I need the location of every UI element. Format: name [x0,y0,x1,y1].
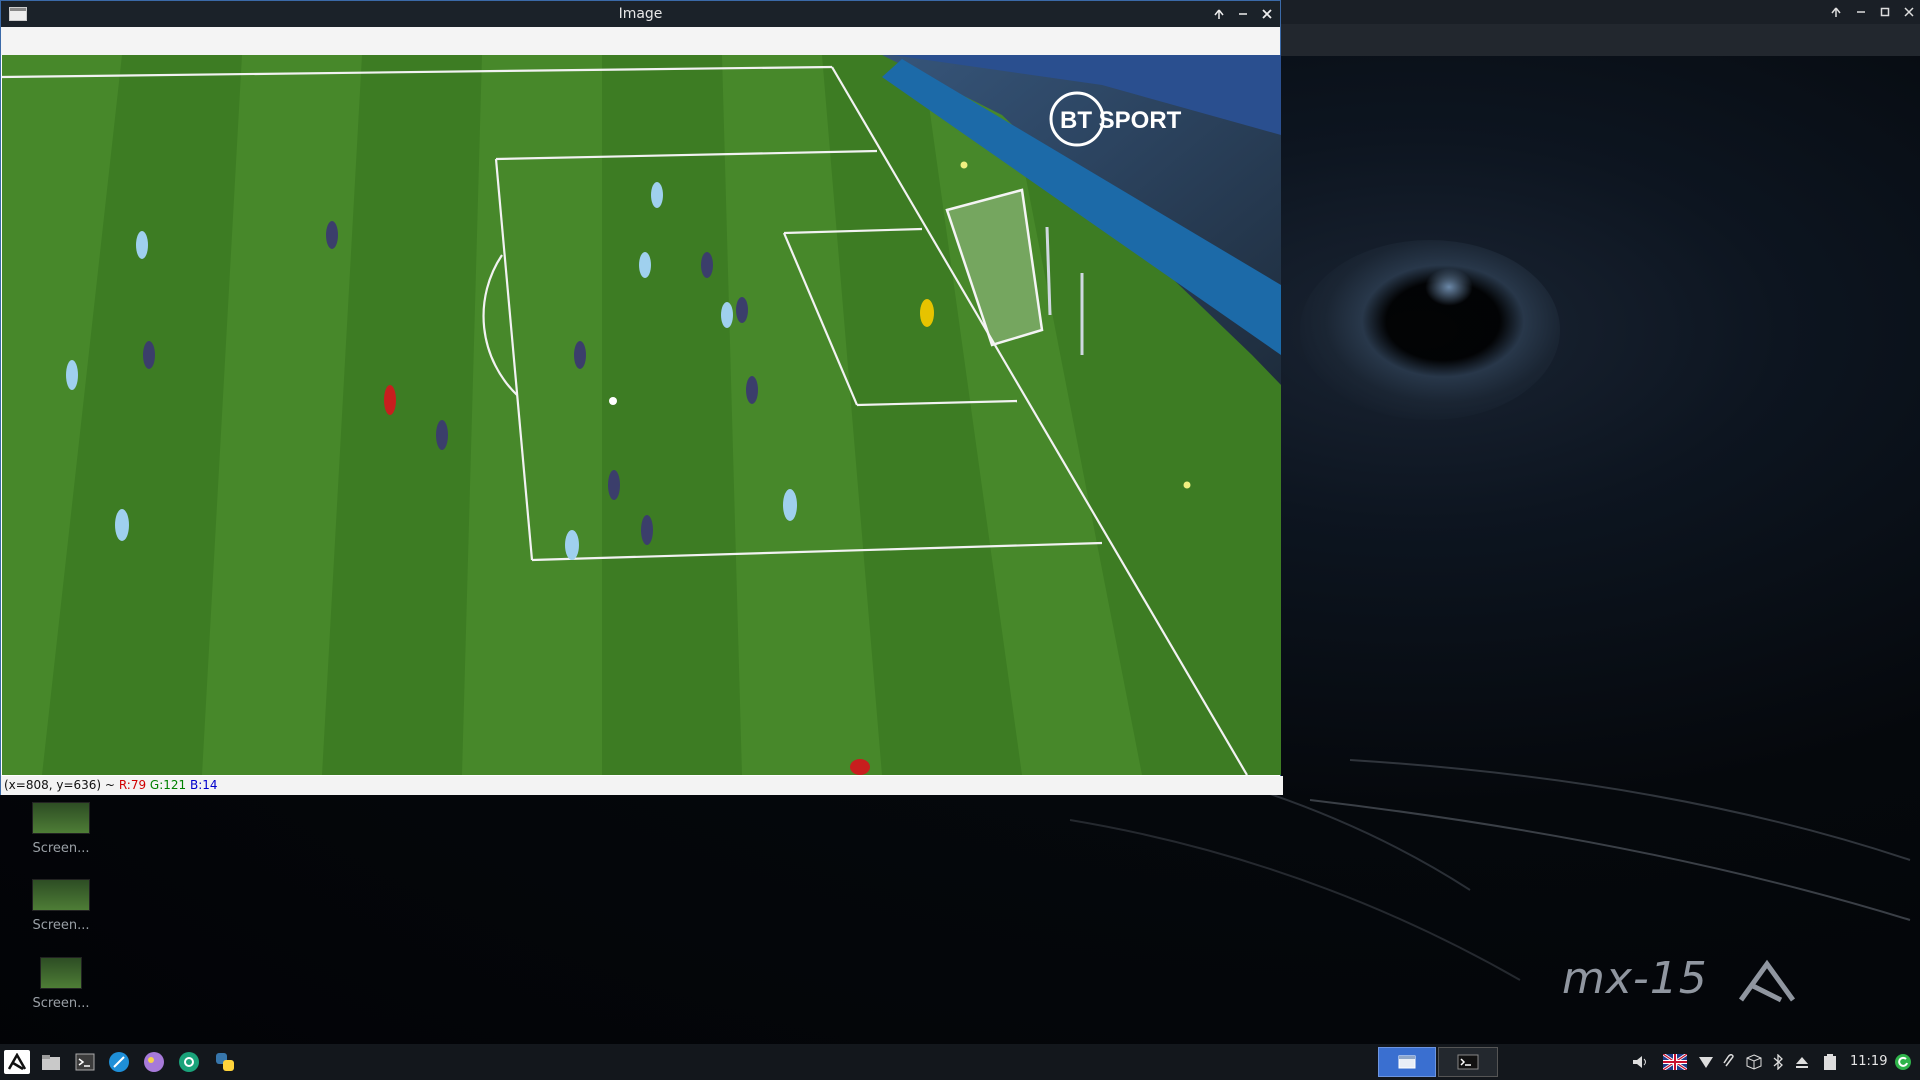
keep-above-icon[interactable] [1826,2,1846,22]
taskbar: 11:19 [0,1044,1920,1080]
broadcaster-logo: BT SPORT [1060,107,1182,134]
window-icon [1398,1055,1416,1069]
bluetooth-icon[interactable] [1768,1052,1788,1072]
browser-icon[interactable] [106,1050,132,1074]
file-manager-icon[interactable] [38,1050,64,1074]
minimize-icon[interactable] [1851,2,1871,22]
desktop-file-label: Screen... [32,841,90,856]
image-canvas[interactable]: BT SPORT [2,55,1281,775]
desktop-file-label: Screen... [32,996,90,1011]
window-toolbar [1,27,1280,55]
red-value: R:79 [118,778,147,792]
window-titlebar[interactable]: Image [1,1,1280,27]
green-value: G:121 [149,778,187,792]
desktop-file-icon[interactable]: Screen... [28,802,94,856]
keyboard-layout-flag-icon[interactable] [1662,1052,1688,1072]
battery-icon [1820,1052,1840,1072]
clip-icon[interactable] [1719,1052,1739,1072]
task-terminal[interactable] [1438,1047,1498,1077]
branding-text: mx-15 [1562,953,1708,1004]
update-status-icon[interactable] [1893,1052,1913,1072]
desktop-file-label: Screen... [32,918,90,933]
task-image-viewer[interactable] [1378,1047,1436,1077]
network-wifi-icon[interactable] [1696,1052,1716,1072]
mx-logo-icon [1738,959,1795,1003]
wallpaper-eye-glint [1425,268,1473,306]
keep-above-icon[interactable] [1209,4,1229,24]
clock[interactable]: 11:19 [1850,1054,1887,1069]
distro-branding: mx-15 [1562,953,1797,1004]
pixel-info-statusbar: (x=808, y=636) ~ R:79 G:121 B:14 [1,776,1283,795]
maximize-icon[interactable] [1875,2,1895,22]
desktop-file-icon[interactable]: Screen... [28,957,94,1011]
desktop-file-icon[interactable]: Screen... [28,879,94,933]
mx-logo-icon[interactable] [4,1050,30,1074]
settings-icon[interactable] [176,1050,202,1074]
volume-icon[interactable] [1630,1052,1650,1072]
close-icon[interactable] [1899,2,1919,22]
background-window-titlebar [1281,0,1920,24]
terminal-icon[interactable] [72,1050,98,1074]
close-icon[interactable] [1257,4,1277,24]
terminal-icon [1457,1054,1479,1070]
window-title: Image [618,6,663,22]
background-window-toolbar [1281,24,1920,56]
python-icon[interactable] [212,1050,238,1074]
image-viewer-window: Image BT SPORT (x=808, y=636) ~ R:79 G:1… [0,0,1283,795]
screenshot-thumbnail [32,802,90,834]
screenshot-thumbnail [32,879,90,911]
blue-value: B:14 [190,778,218,792]
paint-icon[interactable] [141,1050,167,1074]
cursor-coordinates: (x=808, y=636) ~ [4,778,115,792]
wallpaper-cat-eye [1300,240,1560,420]
eject-icon[interactable] [1792,1052,1812,1072]
screenshot-thumbnail [40,957,82,989]
minimize-icon[interactable] [1233,4,1253,24]
package-updater-icon[interactable] [1744,1052,1764,1072]
